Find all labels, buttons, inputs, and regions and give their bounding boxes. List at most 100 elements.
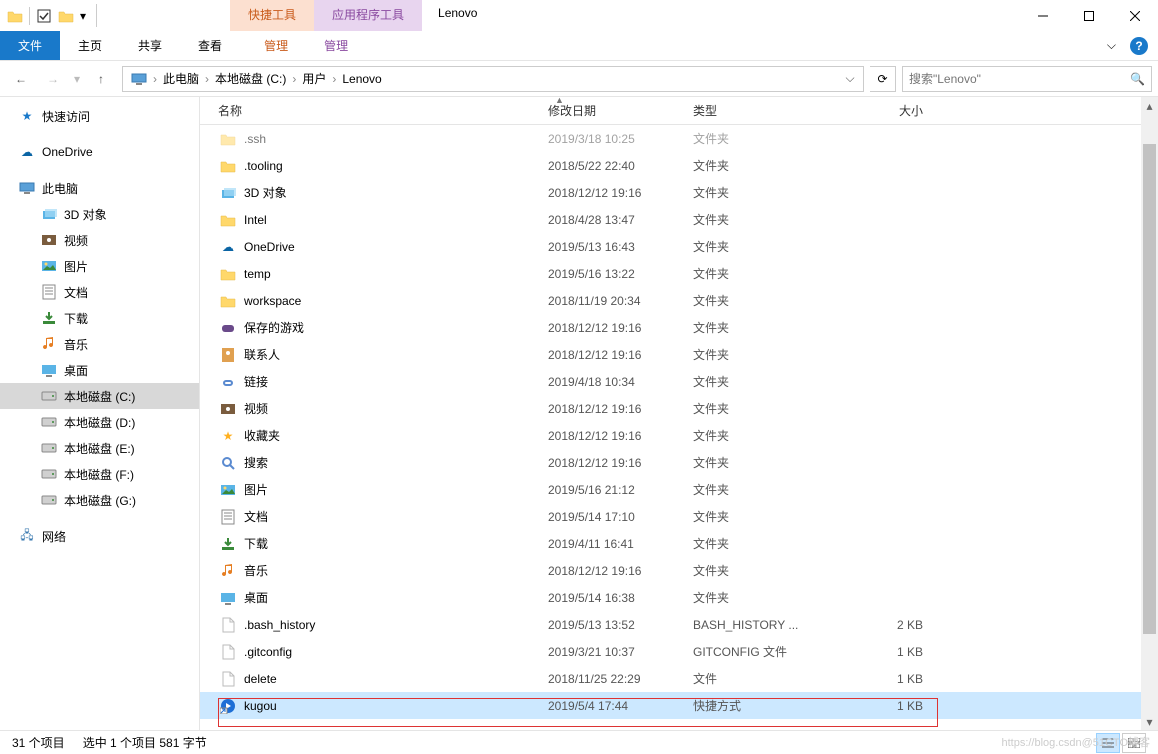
close-button[interactable] <box>1112 0 1158 31</box>
tree-this-pc[interactable]: 此电脑 <box>0 175 199 201</box>
scroll-down-button[interactable]: ▾ <box>1141 713 1158 730</box>
file-row[interactable]: 链接2019/4/18 10:34文件夹 <box>200 368 1158 395</box>
col-header-size[interactable]: 大小 <box>843 102 933 119</box>
tree-item[interactable]: 下载 <box>0 305 199 331</box>
qat-checkbox[interactable] <box>33 5 55 27</box>
recent-dropdown[interactable]: ▾ <box>70 65 84 93</box>
file-date: 2019/4/18 10:34 <box>548 375 693 389</box>
ribbon-tab-manage-2[interactable]: 管理 <box>306 31 366 60</box>
refresh-button[interactable]: ⟳ <box>870 66 896 92</box>
maximize-button[interactable] <box>1066 0 1112 31</box>
ribbon-tab-home[interactable]: 主页 <box>60 31 120 60</box>
search-icon[interactable]: 🔍 <box>1130 72 1145 86</box>
file-row[interactable]: kugou2019/5/4 17:44快捷方式1 KB <box>200 692 1158 719</box>
tree-item-label: 本地磁盘 (G:) <box>64 492 136 509</box>
file-date: 2018/12/12 19:16 <box>548 186 693 200</box>
file-name: 图片 <box>244 481 548 498</box>
file-row[interactable]: 保存的游戏2018/12/12 19:16文件夹 <box>200 314 1158 341</box>
file-row[interactable]: Intel2018/4/28 13:47文件夹 <box>200 206 1158 233</box>
file-type: 文件夹 <box>693 265 843 282</box>
vertical-scrollbar[interactable]: ▴ ▾ <box>1141 97 1158 730</box>
file-date: 2018/11/19 20:34 <box>548 294 693 308</box>
tree-item[interactable]: 视频 <box>0 227 199 253</box>
file-row[interactable]: ☁OneDrive2019/5/13 16:43文件夹 <box>200 233 1158 260</box>
address-dropdown[interactable]: ⌵ <box>841 65 859 93</box>
crumb-sep-icon[interactable]: › <box>151 72 159 86</box>
file-row[interactable]: 联系人2018/12/12 19:16文件夹 <box>200 341 1158 368</box>
help-button[interactable]: ? <box>1130 37 1148 55</box>
file-row[interactable]: .gitconfig2019/3/21 10:37GITCONFIG 文件1 K… <box>200 638 1158 665</box>
ribbon-collapse-button[interactable]: ⌵ <box>1099 34 1124 57</box>
scroll-up-button[interactable]: ▴ <box>1141 97 1158 114</box>
scroll-thumb[interactable] <box>1143 144 1156 634</box>
tree-network[interactable]: 🖧 网络 <box>0 523 199 549</box>
qat-folder-icon[interactable] <box>55 5 77 27</box>
tree-item[interactable]: 3D 对象 <box>0 201 199 227</box>
scroll-track[interactable] <box>1141 114 1158 713</box>
crumb-disk-c[interactable]: 本地磁盘 (C:) <box>211 70 290 87</box>
file-row[interactable]: delete2018/11/25 22:29文件1 KB <box>200 665 1158 692</box>
tree-label: 此电脑 <box>42 180 78 197</box>
tree-quick-access[interactable]: ★ 快速访问 <box>0 103 199 129</box>
crumb-sep-icon[interactable]: › <box>290 72 298 86</box>
tree-item[interactable]: 本地磁盘 (F:) <box>0 461 199 487</box>
crumb-this-pc[interactable]: 此电脑 <box>159 70 203 87</box>
tree-item[interactable]: 图片 <box>0 253 199 279</box>
file-type: 快捷方式 <box>693 697 843 714</box>
qat-dropdown[interactable]: ▾ <box>77 5 89 27</box>
ribbon-tab-file[interactable]: 文件 <box>0 31 60 60</box>
crumb-sep-icon[interactable]: › <box>330 72 338 86</box>
file-name: .gitconfig <box>244 645 548 659</box>
file-row[interactable]: .tooling2018/5/22 22:40文件夹 <box>200 152 1158 179</box>
tree-item[interactable]: 音乐 <box>0 331 199 357</box>
window-controls <box>1020 0 1158 31</box>
forward-button[interactable]: → <box>38 65 68 93</box>
file-size: 1 KB <box>843 672 933 686</box>
folder-icon[interactable] <box>4 5 26 27</box>
file-row[interactable]: .ssh2019/3/18 10:25文件夹 <box>200 125 1158 152</box>
file-row[interactable]: 视频2018/12/12 19:16文件夹 <box>200 395 1158 422</box>
tree-item[interactable]: 本地磁盘 (E:) <box>0 435 199 461</box>
tree-item[interactable]: 本地磁盘 (D:) <box>0 409 199 435</box>
search-box[interactable]: 🔍 <box>902 66 1152 92</box>
file-name: kugou <box>244 699 548 713</box>
crumb-pc-icon[interactable] <box>127 73 151 85</box>
file-list[interactable]: .ssh2019/3/18 10:25文件夹.tooling2018/5/22 … <box>200 125 1158 730</box>
col-header-date[interactable]: 修改日期 <box>548 102 693 119</box>
minimize-button[interactable] <box>1020 0 1066 31</box>
tree-item[interactable]: 本地磁盘 (C:) <box>0 383 199 409</box>
sort-indicator-icon: ▲ <box>555 97 564 105</box>
file-row[interactable]: temp2019/5/16 13:22文件夹 <box>200 260 1158 287</box>
crumb-users[interactable]: 用户 <box>298 70 330 87</box>
crumb-lenovo[interactable]: Lenovo <box>338 72 385 86</box>
3d-icon <box>40 205 58 223</box>
file-row[interactable]: 桌面2019/5/14 16:38文件夹 <box>200 584 1158 611</box>
ctx-tab-app-tools[interactable]: 应用程序工具 <box>314 0 422 31</box>
file-type: 文件夹 <box>693 400 843 417</box>
crumb-sep-icon[interactable]: › <box>203 72 211 86</box>
file-row[interactable]: workspace2018/11/19 20:34文件夹 <box>200 287 1158 314</box>
tree-item[interactable]: 桌面 <box>0 357 199 383</box>
ribbon-tab-share[interactable]: 共享 <box>120 31 180 60</box>
file-row[interactable]: 搜索2018/12/12 19:16文件夹 <box>200 449 1158 476</box>
tree-item[interactable]: 文档 <box>0 279 199 305</box>
file-row[interactable]: 下载2019/4/11 16:41文件夹 <box>200 530 1158 557</box>
file-row[interactable]: 图片2019/5/16 21:12文件夹 <box>200 476 1158 503</box>
ribbon-tab-manage-1[interactable]: 管理 <box>246 31 306 60</box>
ctx-tab-shortcut-tools[interactable]: 快捷工具 <box>230 0 314 31</box>
col-header-type[interactable]: 类型 <box>693 102 843 119</box>
file-row[interactable]: ★收藏夹2018/12/12 19:16文件夹 <box>200 422 1158 449</box>
search-input[interactable] <box>909 72 1130 86</box>
file-row[interactable]: 音乐2018/12/12 19:16文件夹 <box>200 557 1158 584</box>
col-header-name[interactable]: 名称 <box>218 102 548 119</box>
up-button[interactable]: ↑ <box>86 65 116 93</box>
tree-onedrive[interactable]: ☁ OneDrive <box>0 139 199 165</box>
back-button[interactable]: ← <box>6 65 36 93</box>
file-row[interactable]: .bash_history2019/5/13 13:52BASH_HISTORY… <box>200 611 1158 638</box>
address-bar[interactable]: › 此电脑 › 本地磁盘 (C:) › 用户 › Lenovo ⌵ <box>122 66 864 92</box>
tree-item[interactable]: 本地磁盘 (G:) <box>0 487 199 513</box>
file-row[interactable]: 文档2019/5/14 17:10文件夹 <box>200 503 1158 530</box>
ribbon-tab-view[interactable]: 查看 <box>180 31 240 60</box>
file-name: 链接 <box>244 373 548 390</box>
file-row[interactable]: 3D 对象2018/12/12 19:16文件夹 <box>200 179 1158 206</box>
